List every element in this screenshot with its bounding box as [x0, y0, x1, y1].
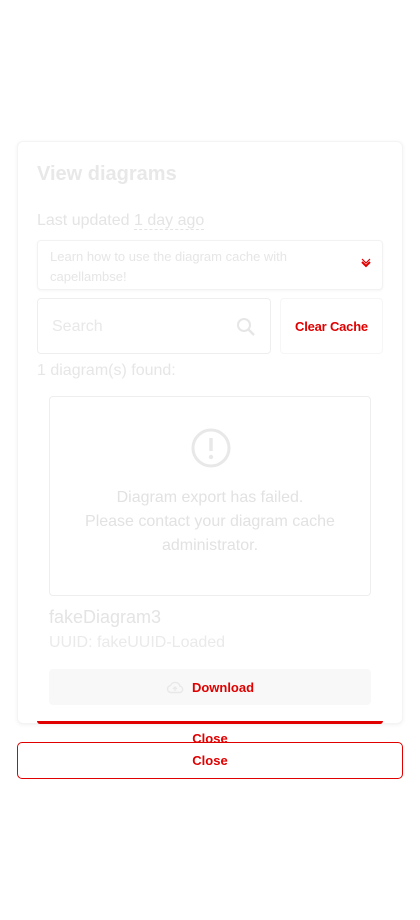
diagram-cache-help-accordion[interactable]: Learn how to use the diagram cache with … [37, 240, 383, 290]
error-line-2: Please contact your diagram cache [85, 513, 335, 530]
last-updated: Last updated 1 day ago [37, 212, 205, 230]
last-updated-relative: 1 day ago [133, 212, 205, 230]
dialog-title: View diagrams [37, 163, 177, 185]
diagram-error-message: Diagram export has failed. Please contac… [50, 486, 370, 558]
diagrams-found-count: 1 diagram(s) found: [37, 362, 176, 379]
diagram-uuid: UUID: fakeUUID-Loaded [49, 634, 226, 651]
error-icon [191, 428, 231, 468]
diagram-name: fakeDiagram3 [49, 607, 162, 627]
dialog-bottom-accent [37, 721, 383, 724]
search-field[interactable] [37, 298, 271, 354]
chevron-down-icon[interactable] [359, 257, 373, 271]
clear-cache-button[interactable]: Clear Cache [280, 298, 383, 354]
search-input[interactable] [52, 317, 222, 337]
last-updated-prefix: Last updated [37, 212, 130, 229]
search-icon [237, 318, 255, 336]
accordion-text: Learn how to use the diagram cache with … [50, 249, 288, 284]
download-label: Download [191, 679, 255, 695]
cloud-upload-icon [166, 681, 184, 694]
error-line-3: administrator. [161, 537, 259, 554]
diagram-card: Diagram export has failed. Please contac… [49, 396, 371, 596]
error-line-1: Diagram export has failed. [116, 489, 304, 506]
close-button[interactable]: Close [17, 742, 403, 779]
download-button[interactable]: Download [49, 669, 371, 705]
